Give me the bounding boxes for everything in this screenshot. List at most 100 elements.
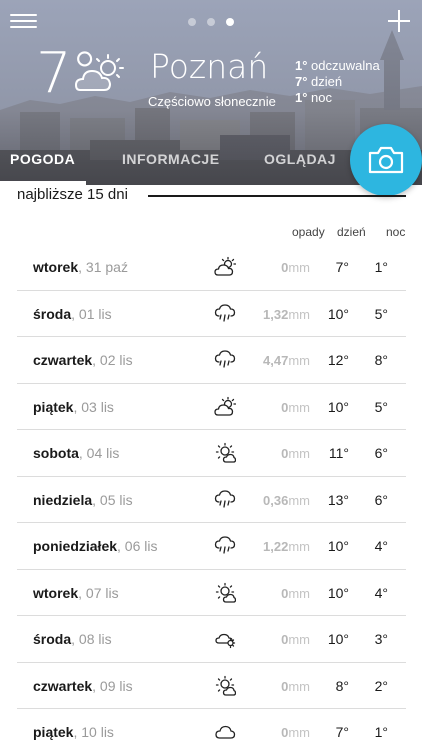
- partly-sunny-icon: [74, 54, 124, 91]
- day-temperature: 10°: [327, 305, 349, 322]
- rain-amount: 4,47mm: [263, 353, 310, 368]
- night-temperature: 5°: [374, 305, 388, 322]
- forecast-row[interactable]: środa, 01 lis 1,32mm 10° 5°: [17, 291, 406, 337]
- rain-icon: [214, 536, 236, 554]
- day-date: , 01 lis: [71, 305, 112, 322]
- camera-icon: [368, 146, 404, 174]
- forecast-row[interactable]: piątek, 03 lis 0mm 10° 5°: [17, 384, 406, 430]
- day-name: czwartek, 09 lis: [33, 677, 133, 694]
- day-temperature: 10°: [327, 538, 349, 554]
- tab-pogoda[interactable]: POGODA: [10, 151, 75, 167]
- rain-amount: 0mm: [281, 678, 310, 694]
- day-date: , 04 lis: [78, 445, 120, 461]
- page-indicator: [188, 18, 234, 26]
- day-temperature: 10°: [327, 631, 349, 647]
- column-header-rain: opady: [292, 225, 325, 239]
- day-name: środa, 01 lis: [33, 305, 112, 322]
- rain-amount: 1,32mm: [263, 306, 310, 322]
- day-name: wtorek, 07 lis: [33, 584, 119, 601]
- day-name: piątek, 03 lis: [33, 398, 114, 415]
- tab-ogladaj[interactable]: OGLĄDAJ: [264, 151, 336, 167]
- sun-cloud-icon: [215, 442, 236, 463]
- day-name: sobota, 04 lis: [33, 445, 120, 461]
- night-temperature: 6°: [374, 491, 388, 508]
- day-date: , 31 paź: [78, 259, 128, 275]
- rain-icon: [214, 350, 236, 368]
- column-header-day: dzień: [337, 225, 366, 239]
- night-temperature: 6°: [374, 445, 388, 461]
- forecast-row[interactable]: czwartek, 09 lis 0mm 8° 2°: [17, 663, 406, 709]
- day-date: , 03 lis: [73, 398, 114, 415]
- forecast-row[interactable]: wtorek, 31 paź 0mm 7° 1°: [17, 244, 406, 291]
- night-temperature: 8°: [374, 352, 388, 368]
- cloud-sun-small-icon: [215, 633, 236, 649]
- night-temp-row: 1° noc: [295, 90, 333, 105]
- day-temperature: 7°: [335, 724, 349, 740]
- page-dot-active[interactable]: [226, 18, 234, 26]
- day-temp-row: 7° dzień: [295, 74, 343, 89]
- sun-cloud-icon: [215, 582, 236, 603]
- day-temperature: 12°: [327, 352, 349, 368]
- page-dot[interactable]: [207, 18, 215, 26]
- forecast-row[interactable]: wtorek, 07 lis 0mm 10° 4°: [17, 570, 406, 616]
- weather-condition: Częściowo słonecznie: [148, 94, 276, 109]
- rain-amount: 0mm: [281, 725, 310, 740]
- partly-cloudy-icon: [214, 256, 236, 276]
- rain-amount: 0,36mm: [263, 492, 310, 508]
- temperature-details: 1° odczuwalna 7° dzień 1° noc: [295, 58, 380, 106]
- day-name: niedziela, 05 lis: [33, 491, 133, 508]
- day-date: , 07 lis: [78, 584, 119, 601]
- day-name: środa, 08 lis: [33, 631, 112, 647]
- forecast-list: wtorek, 31 paź 0mm 7° 1° środa, 01 lis 1,32mm…: [17, 244, 406, 750]
- night-temperature: 1°: [374, 724, 388, 740]
- day-name: wtorek, 31 paź: [33, 259, 128, 275]
- day-date: , 02 lis: [92, 352, 133, 368]
- night-temperature: 5°: [374, 398, 388, 415]
- hamburger-menu-icon[interactable]: [10, 14, 37, 30]
- page-dot[interactable]: [188, 18, 196, 26]
- day-temperature: 8°: [335, 677, 349, 694]
- forecast-row[interactable]: sobota, 04 lis 0mm 11° 6°: [17, 430, 406, 477]
- night-temperature: 2°: [374, 677, 388, 694]
- section-divider: [148, 195, 406, 197]
- forecast-row[interactable]: poniedziałek, 06 lis 1,22mm 10° 4°: [17, 523, 406, 570]
- forecast-row[interactable]: niedziela, 05 lis 0,36mm 13° 6°: [17, 477, 406, 523]
- forecast-row[interactable]: piątek, 10 lis 0mm 7° 1°: [17, 709, 406, 750]
- forecast-section-title: najbliższe 15 dni: [17, 186, 128, 203]
- active-tab-indicator: [0, 181, 86, 185]
- day-date: , 05 lis: [92, 491, 133, 508]
- rain-amount: 0mm: [281, 446, 310, 461]
- column-header-night: noc: [386, 225, 406, 239]
- city-name[interactable]: Poznań: [150, 50, 268, 83]
- feels-like-row: 1° odczuwalna: [295, 58, 380, 73]
- day-temperature: 13°: [327, 491, 349, 508]
- rain-icon: [214, 303, 236, 322]
- cloud-icon: [215, 725, 236, 739]
- add-location-icon[interactable]: [388, 10, 410, 32]
- tab-informacje[interactable]: INFORMACJE: [122, 151, 220, 167]
- camera-button[interactable]: [350, 124, 422, 196]
- day-name: czwartek, 02 lis: [33, 352, 133, 368]
- rain-amount: 1,22mm: [263, 539, 310, 554]
- night-temperature: 1°: [374, 259, 388, 275]
- day-date: , 09 lis: [92, 677, 133, 694]
- rain-icon: [214, 489, 236, 508]
- forecast-row[interactable]: środa, 08 lis 0mm 10° 3°: [17, 616, 406, 663]
- day-temperature: 11°: [328, 445, 349, 461]
- sun-cloud-icon: [215, 675, 236, 696]
- rain-amount: 0mm: [281, 585, 310, 601]
- day-temperature: 10°: [327, 398, 349, 415]
- night-temperature: 4°: [374, 584, 388, 601]
- day-name: poniedziałek, 06 lis: [33, 538, 158, 554]
- partly-cloudy-icon: [214, 396, 236, 416]
- rain-amount: 0mm: [281, 632, 310, 647]
- day-temperature: 7°: [335, 259, 349, 275]
- day-date: , 08 lis: [71, 631, 112, 647]
- day-date: , 06 lis: [117, 538, 158, 554]
- forecast-row[interactable]: czwartek, 02 lis 4,47mm 12° 8°: [17, 337, 406, 384]
- day-name: piątek, 10 lis: [33, 724, 114, 740]
- rain-amount: 0mm: [281, 260, 310, 275]
- day-date: , 10 lis: [73, 724, 114, 740]
- night-temperature: 4°: [374, 538, 388, 554]
- night-temperature: 3°: [374, 631, 388, 647]
